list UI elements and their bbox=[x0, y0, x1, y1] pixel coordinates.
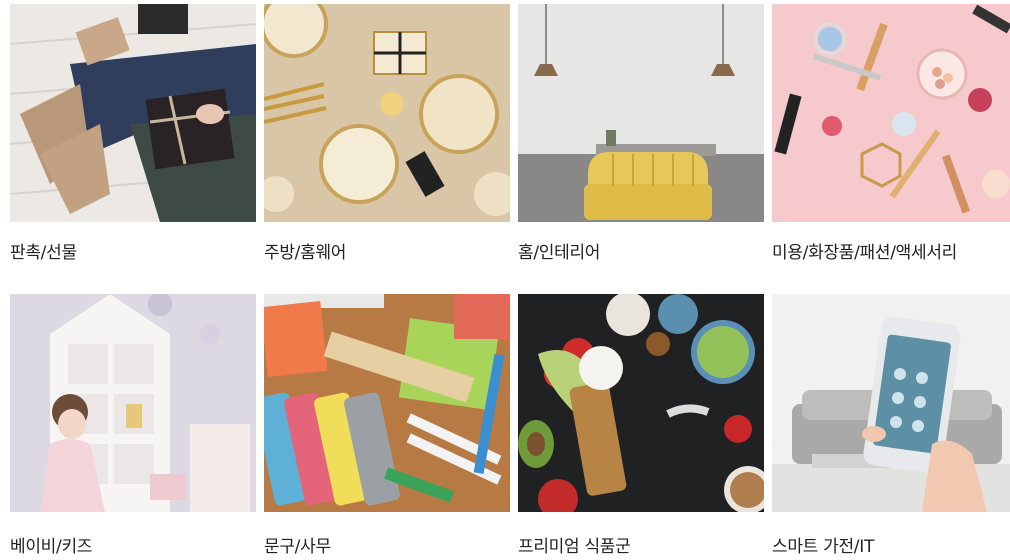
category-label[interactable]: 미용/화장품/패션/액세서리 bbox=[772, 238, 957, 263]
cosmetics-photo[interactable] bbox=[772, 4, 1010, 222]
category-label[interactable]: 주방/홈웨어 bbox=[264, 238, 346, 263]
category-label[interactable]: 홈/인테리어 bbox=[518, 238, 600, 263]
smartphone-home-photo[interactable] bbox=[772, 294, 1010, 512]
category-tile-stationery[interactable]: 문구/사무 bbox=[264, 294, 510, 557]
category-label[interactable]: 문구/사무 bbox=[264, 532, 331, 557]
stationery-photo[interactable] bbox=[264, 294, 510, 512]
category-tile-food[interactable]: 프리미엄 식품군 bbox=[518, 294, 764, 557]
category-label[interactable]: 베이비/키즈 bbox=[10, 532, 92, 557]
dollhouse-child-photo[interactable] bbox=[10, 294, 256, 512]
premium-food-photo[interactable] bbox=[518, 294, 764, 512]
gift-box-photo[interactable] bbox=[10, 4, 256, 222]
category-tile-smart[interactable]: 스마트 가전/IT bbox=[772, 294, 1010, 557]
party-tableware-photo[interactable] bbox=[264, 4, 510, 222]
category-tile-kitchen[interactable]: 주방/홈웨어 bbox=[264, 4, 510, 263]
category-tile-beauty[interactable]: 미용/화장품/패션/액세서리 bbox=[772, 4, 1010, 263]
category-label[interactable]: 스마트 가전/IT bbox=[772, 532, 874, 557]
category-tile-interior[interactable]: 홈/인테리어 bbox=[518, 4, 764, 263]
category-label[interactable]: 프리미엄 식품군 bbox=[518, 532, 631, 557]
category-label[interactable]: 판촉/선물 bbox=[10, 238, 77, 263]
category-tile-baby[interactable]: 베이비/키즈 bbox=[10, 294, 256, 557]
yellow-armchair-photo[interactable] bbox=[518, 4, 764, 222]
category-tile-gift[interactable]: 판촉/선물 bbox=[10, 4, 256, 263]
category-grid: 판촉/선물 주방/홈웨어 홈/인테리어 미용/화장품/패션/액세서리 베이비/키… bbox=[10, 4, 1010, 560]
